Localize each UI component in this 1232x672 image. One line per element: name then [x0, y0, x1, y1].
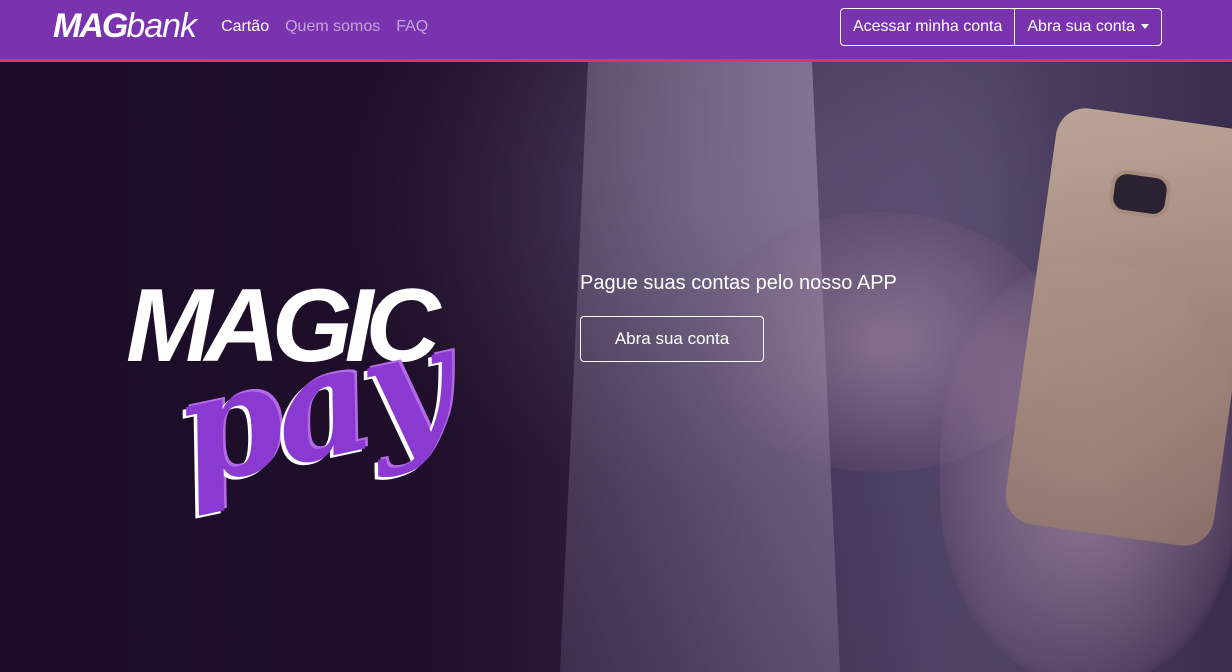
open-account-dropdown-button[interactable]: Abra sua conta — [1014, 8, 1161, 45]
open-account-label: Abra sua conta — [1027, 17, 1135, 35]
account-button-group: Acessar minha conta Abra sua conta — [839, 7, 1162, 46]
hero-tagline: Pague suas contas pelo nosso APP — [580, 272, 897, 294]
nav-link-cartao[interactable]: Cartão — [221, 18, 269, 36]
hero-banner: MAGIC pay Pague suas contas pelo nosso A… — [0, 62, 1232, 672]
nav-links: Cartão Quem somos FAQ — [221, 18, 428, 36]
brand-logo[interactable]: MAG bank — [53, 7, 197, 46]
caret-down-icon — [1141, 24, 1149, 29]
login-button[interactable]: Acessar minha conta — [841, 9, 1014, 45]
hero-open-account-button[interactable]: Abra sua conta — [580, 316, 764, 362]
nav-link-faq[interactable]: FAQ — [396, 18, 428, 36]
top-navbar: MAG bank Cartão Quem somos FAQ Acessar m… — [0, 0, 1232, 62]
login-button-label: Acessar minha conta — [852, 17, 1003, 35]
nav-link-quem-somos[interactable]: Quem somos — [285, 18, 380, 36]
brand-logo-bold: MAG — [53, 7, 128, 45]
brand-logo-light: bank — [126, 7, 197, 45]
